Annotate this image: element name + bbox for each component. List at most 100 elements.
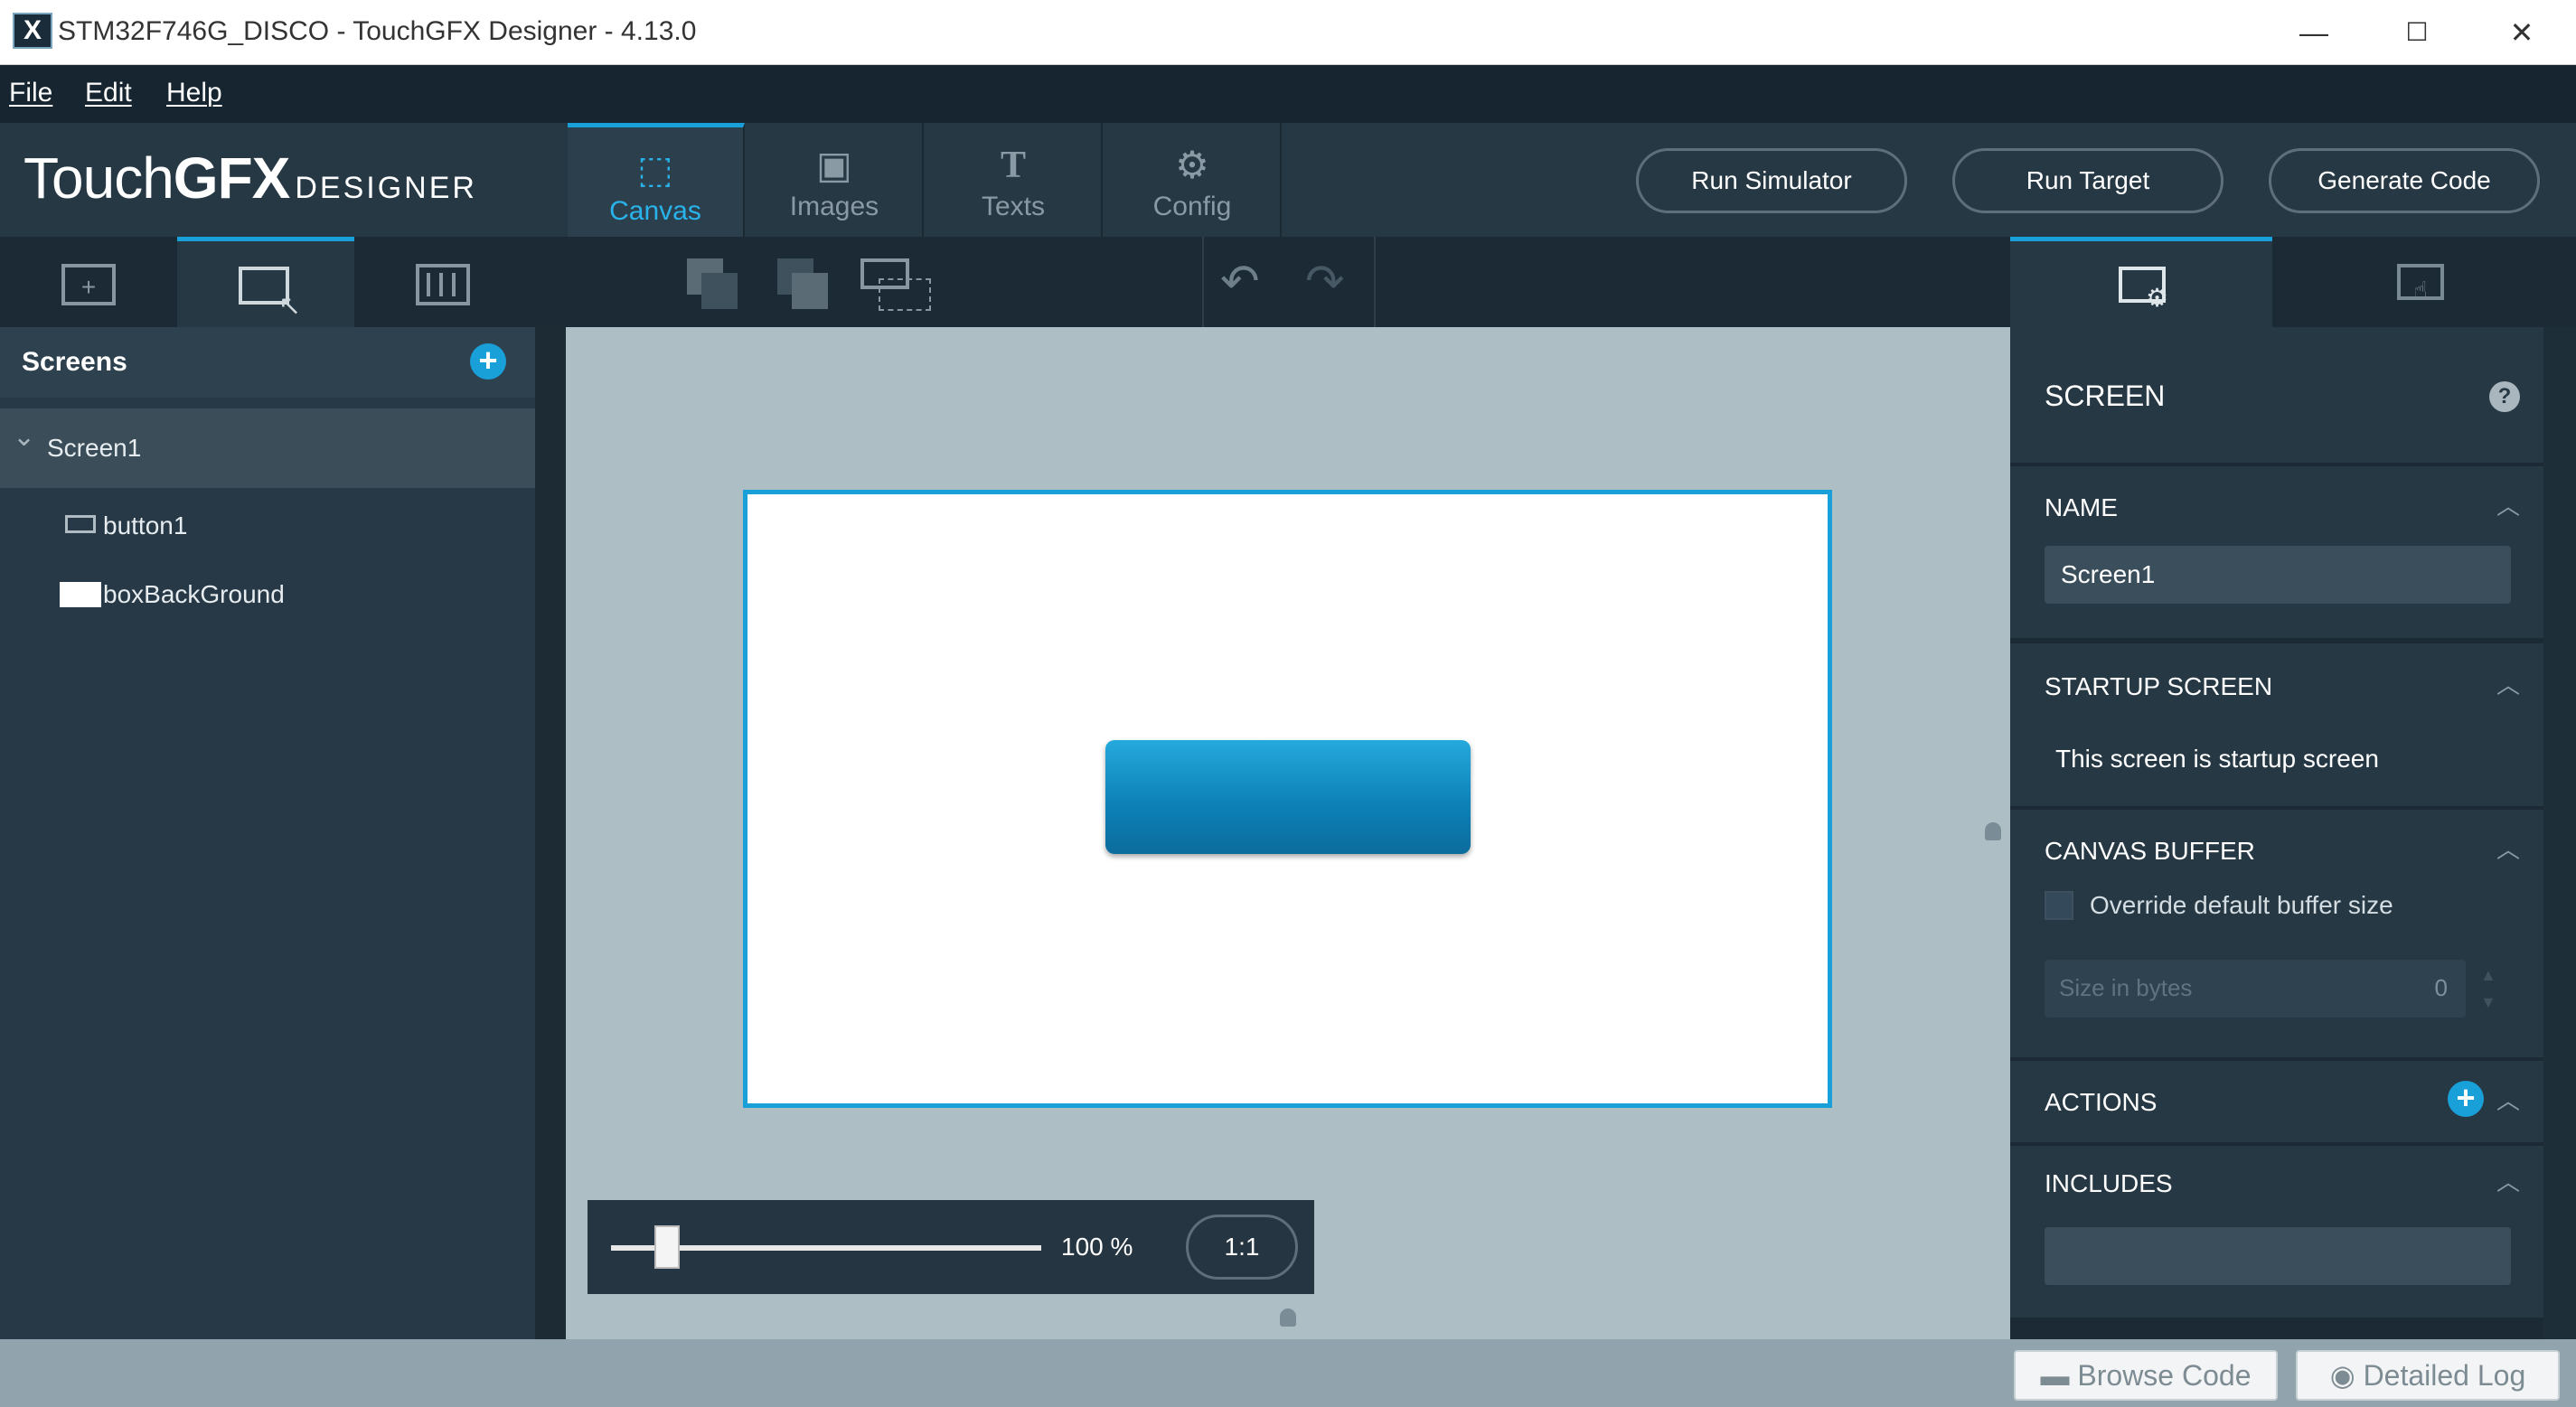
tab-label: Config bbox=[1152, 192, 1232, 221]
tree-item-label: boxBackGround bbox=[103, 580, 285, 608]
menu-file[interactable]: File bbox=[9, 78, 52, 108]
left-panel-scrollbar[interactable] bbox=[535, 327, 566, 1339]
screens-title: Screens bbox=[22, 347, 127, 377]
app-icon: X bbox=[13, 13, 52, 49]
name-section: NAME ︿ Screen1 bbox=[2010, 466, 2543, 638]
properties-header: SCREEN bbox=[2045, 380, 2166, 412]
horizontal-scroll-handle[interactable] bbox=[1280, 1309, 1296, 1327]
screen-canvas[interactable] bbox=[743, 490, 1832, 1108]
collapse-icon[interactable]: ︿ bbox=[2496, 488, 2520, 521]
touchgfx-logo: TouchGFX DESIGNER bbox=[24, 145, 477, 211]
screen-name-value: Screen1 bbox=[2061, 560, 2156, 588]
button-widget-icon bbox=[65, 515, 96, 533]
detailed-log-button[interactable]: ◉ Detailed Log bbox=[2296, 1350, 2560, 1401]
collapse-icon[interactable]: ︿ bbox=[2496, 831, 2520, 865]
screen-name-input[interactable]: Screen1 bbox=[2045, 546, 2511, 604]
maximize-button[interactable]: ☐ bbox=[2381, 9, 2453, 56]
includes-input[interactable] bbox=[2045, 1227, 2511, 1285]
run-simulator-button[interactable]: Run Simulator bbox=[1636, 148, 1907, 213]
tree-item-boxbackground[interactable]: boxBackGround bbox=[0, 564, 535, 622]
zoom-level-label: 100 % bbox=[1061, 1233, 1133, 1261]
menu-help[interactable]: Help bbox=[166, 78, 222, 108]
tree-item-label: button1 bbox=[103, 511, 188, 539]
collapse-icon[interactable]: ︿ bbox=[2496, 1083, 2520, 1116]
send-backward-icon[interactable] bbox=[777, 258, 828, 309]
tab-texts[interactable]: T Texts bbox=[926, 123, 1103, 237]
bring-forward-icon[interactable] bbox=[687, 258, 738, 309]
actions-title: ACTIONS bbox=[2045, 1088, 2158, 1116]
properties-scrollbar[interactable] bbox=[2543, 327, 2576, 1339]
startup-text: This screen is startup screen bbox=[2055, 745, 2379, 773]
includes-section: INCLUDES ︿ bbox=[2010, 1146, 2543, 1318]
add-widget-icon: + bbox=[61, 264, 116, 305]
tab-images[interactable]: ▣ Images bbox=[747, 123, 924, 237]
config-icon: ⚙ bbox=[1175, 144, 1209, 186]
tab-add-widget[interactable]: + bbox=[0, 237, 177, 327]
startup-screen-section: STARTUP SCREEN ︿ This screen is startup … bbox=[2010, 643, 2543, 806]
actions-section: ACTIONS + ︿ bbox=[2010, 1061, 2543, 1142]
vertical-scroll-handle[interactable] bbox=[1985, 822, 2001, 840]
gear-icon: ⚙ bbox=[2146, 284, 2169, 312]
tab-tree-view[interactable]: ↖ bbox=[177, 237, 354, 327]
log-icon: ◉ bbox=[2329, 1359, 2364, 1392]
collapse-icon[interactable]: ︿ bbox=[2496, 1164, 2520, 1197]
reset-zoom-button[interactable]: 1:1 bbox=[1186, 1215, 1298, 1280]
add-screen-button[interactable]: + bbox=[470, 343, 506, 380]
box-widget-icon bbox=[60, 582, 101, 607]
cursor-icon: ↖ bbox=[278, 291, 302, 321]
screen-header-section: SCREEN ? bbox=[2010, 327, 2543, 463]
tree-item-label: Screen1 bbox=[47, 434, 142, 462]
add-action-button[interactable]: + bbox=[2448, 1081, 2484, 1117]
startup-title: STARTUP SCREEN bbox=[2045, 672, 2273, 700]
zoom-bar: 100 % 1:1 bbox=[588, 1200, 1314, 1294]
buffer-size-value: 0 bbox=[2434, 974, 2448, 1001]
canvas-icon: ⬚ bbox=[637, 148, 673, 191]
sliders-icon bbox=[416, 264, 470, 305]
tab-label: Canvas bbox=[609, 196, 701, 226]
canvas-area[interactable]: 100 % 1:1 bbox=[566, 327, 2010, 1339]
help-icon[interactable]: ? bbox=[2489, 381, 2520, 412]
close-button[interactable]: ✕ bbox=[2486, 9, 2558, 56]
buffer-size-input[interactable]: Size in bytes 0 bbox=[2045, 960, 2466, 1018]
tab-screen-properties[interactable]: ⚙ bbox=[2010, 237, 2272, 327]
tab-properties-mixer[interactable] bbox=[354, 237, 531, 327]
tab-label: Texts bbox=[981, 192, 1046, 221]
undo-icon[interactable]: ↶ bbox=[1220, 255, 1260, 309]
logo-brand-light: Touch bbox=[24, 145, 174, 211]
tree-item-button1[interactable]: button1 bbox=[0, 495, 535, 553]
tree-item-screen1[interactable]: ⌄ Screen1 bbox=[0, 408, 535, 488]
canvas-button1[interactable] bbox=[1105, 740, 1471, 854]
menu-bar: File Edit Help bbox=[0, 65, 2576, 123]
generate-code-button[interactable]: Generate Code bbox=[2269, 148, 2540, 213]
texts-icon: T bbox=[1000, 145, 1026, 186]
canvas-buffer-title: CANVAS BUFFER bbox=[2045, 837, 2255, 865]
spinner-icon[interactable]: ▲ ▼ bbox=[2480, 961, 2496, 1016]
group-icon[interactable] bbox=[860, 258, 933, 313]
redo-icon[interactable]: ↷ bbox=[1305, 255, 1345, 309]
screens-header: Screens + bbox=[0, 327, 535, 398]
logo-sub: DESIGNER bbox=[295, 171, 477, 205]
run-target-button[interactable]: Run Target bbox=[1952, 148, 2223, 213]
screens-panel: Screens + ⌄ Screen1 button1 boxBackGroun… bbox=[0, 327, 566, 1339]
minimize-button[interactable]: — bbox=[2278, 9, 2350, 56]
tab-interactions[interactable]: ☝ bbox=[2274, 237, 2576, 327]
browse-code-button[interactable]: ▬ Browse Code bbox=[2014, 1350, 2278, 1401]
tab-label: Images bbox=[789, 192, 879, 221]
name-title: NAME bbox=[2045, 493, 2118, 521]
override-checkbox[interactable] bbox=[2045, 891, 2073, 920]
window-title: STM32F746G_DISCO - TouchGFX Designer - 4… bbox=[58, 16, 697, 46]
logo-brand-bold: GFX bbox=[173, 145, 291, 211]
properties-panel: ⚙ ☝ SCREEN ? NAME ︿ Screen1 STARTUP SCRE… bbox=[2010, 237, 2576, 1339]
chevron-down-icon[interactable]: ⌄ bbox=[13, 421, 35, 453]
detailed-log-label: Detailed Log bbox=[2363, 1359, 2526, 1392]
images-icon: ▣ bbox=[816, 144, 852, 186]
buffer-size-placeholder: Size in bytes bbox=[2059, 974, 2193, 1001]
zoom-slider-thumb[interactable] bbox=[653, 1225, 680, 1269]
status-bar: ▬ Browse Code ◉ Detailed Log bbox=[0, 1339, 2576, 1407]
collapse-icon[interactable]: ︿ bbox=[2496, 667, 2520, 700]
folder-icon: ▬ bbox=[2040, 1359, 2078, 1392]
menu-edit[interactable]: Edit bbox=[85, 78, 132, 108]
browse-code-label: Browse Code bbox=[2077, 1359, 2252, 1392]
tab-canvas[interactable]: ⬚ Canvas bbox=[568, 123, 745, 237]
tab-config[interactable]: ⚙ Config bbox=[1105, 123, 1282, 237]
